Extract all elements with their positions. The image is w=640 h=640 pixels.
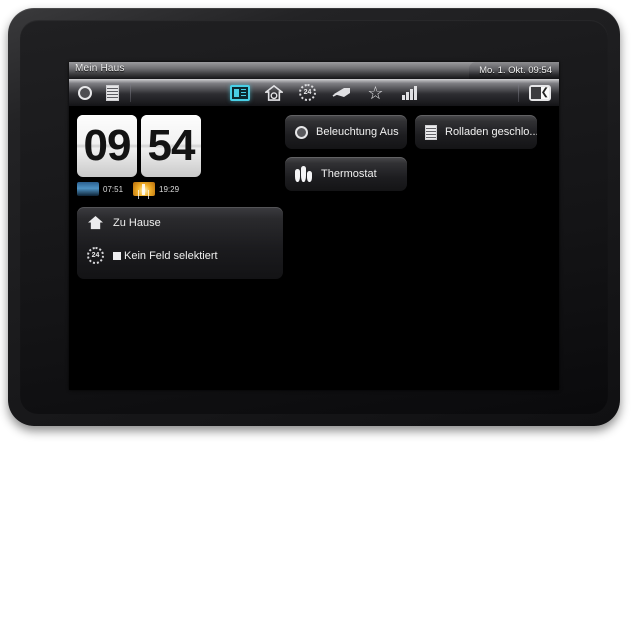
blinds-status-label: Rolladen geschlo...	[445, 126, 537, 138]
status-datetime: Mo. 1. Okt. 09:54	[479, 65, 552, 76]
page-title: Mein Haus	[75, 63, 125, 74]
sunset-item: 19:29	[133, 182, 179, 196]
field-row: 24 Kein Feld selektiert	[87, 247, 273, 264]
toolbar-lighting-button[interactable]	[75, 83, 95, 103]
location-label: Zu Hause	[113, 216, 161, 229]
field-label: Kein Feld selektiert	[124, 249, 218, 262]
signal-bars-icon	[402, 85, 417, 100]
dashboard-icon	[229, 84, 250, 101]
lighting-icon	[78, 85, 92, 100]
sunset-icon	[133, 182, 156, 196]
blinds-icon	[105, 84, 119, 101]
title-bar: Mein Haus Mo. 1. Okt. 09:54	[69, 62, 559, 79]
field-selection[interactable]: Kein Feld selektiert	[113, 250, 218, 262]
main-toolbar: 24 ☆ ❮	[69, 79, 559, 107]
toolbar-divider-right	[518, 83, 519, 102]
blinds-icon	[425, 124, 437, 140]
thermostat-button[interactable]: Thermostat	[285, 157, 407, 191]
device-bezel: Mein Haus Mo. 1. Okt. 09:54 24 ☆ ❮ 09 54…	[20, 20, 608, 414]
clock-minutes: 54	[141, 115, 201, 177]
clock-hours: 09	[77, 115, 137, 177]
toolbar-camera-button[interactable]	[332, 83, 352, 103]
bulb-icon	[295, 125, 308, 139]
sunrise-time: 07:51	[103, 184, 124, 194]
checkbox-icon[interactable]	[113, 251, 121, 260]
toolbar-home-button[interactable]	[264, 83, 284, 103]
timer-badge: 24	[303, 89, 312, 96]
timer-24h-icon: 24	[299, 84, 316, 101]
toolbar-center-group: 24 ☆	[229, 83, 420, 103]
toolbar-dashboard-button[interactable]	[229, 83, 250, 103]
toolbar-collapse-button[interactable]: ❮	[527, 83, 553, 103]
timer-24h-icon: 24	[87, 247, 104, 264]
camera-icon	[332, 88, 350, 97]
tablet-device-frame: Mein Haus Mo. 1. Okt. 09:54 24 ☆ ❮ 09 54…	[8, 8, 620, 426]
favorites-star-icon: ☆	[367, 82, 384, 103]
sunrise-item: 07:51	[77, 182, 123, 196]
collapse-panel-icon: ❮	[529, 84, 551, 101]
blinds-status-button[interactable]: Rolladen geschlo...	[415, 115, 537, 149]
dashboard-body: 09 54 07:51 19:29 Beleuchtung Aus Rollad…	[69, 107, 559, 390]
collapse-chevron: ❮	[540, 87, 549, 98]
thermostat-label: Thermostat	[321, 168, 377, 180]
toolbar-signal-button[interactable]	[400, 83, 420, 103]
toolbar-blinds-button[interactable]	[102, 83, 122, 103]
status-bar: Mo. 1. Okt. 09:54	[469, 62, 559, 79]
toolbar-left-group	[75, 83, 122, 103]
clock-widget[interactable]: 09 54 07:51 19:29	[77, 115, 201, 196]
home-icon	[88, 215, 103, 230]
sun-times-row: 07:51 19:29	[77, 182, 201, 196]
clock-digits: 09 54	[77, 115, 201, 177]
toolbar-favorites-button[interactable]: ☆	[366, 83, 386, 103]
location-row: Zu Hause	[87, 215, 273, 230]
toolbar-divider	[130, 83, 131, 102]
sunset-time: 19:29	[159, 184, 180, 194]
toolbar-timer-button[interactable]: 24	[298, 83, 318, 103]
info-panel[interactable]: Zu Hause 24 Kein Feld selektiert	[77, 207, 283, 279]
home-camera-icon	[264, 84, 283, 101]
tablet-screen: Mein Haus Mo. 1. Okt. 09:54 24 ☆ ❮ 09 54…	[69, 62, 559, 390]
sunrise-icon	[77, 182, 99, 196]
thermometer-icon	[295, 166, 313, 182]
lighting-status-label: Beleuchtung Aus	[316, 126, 399, 138]
lighting-status-button[interactable]: Beleuchtung Aus	[285, 115, 407, 149]
